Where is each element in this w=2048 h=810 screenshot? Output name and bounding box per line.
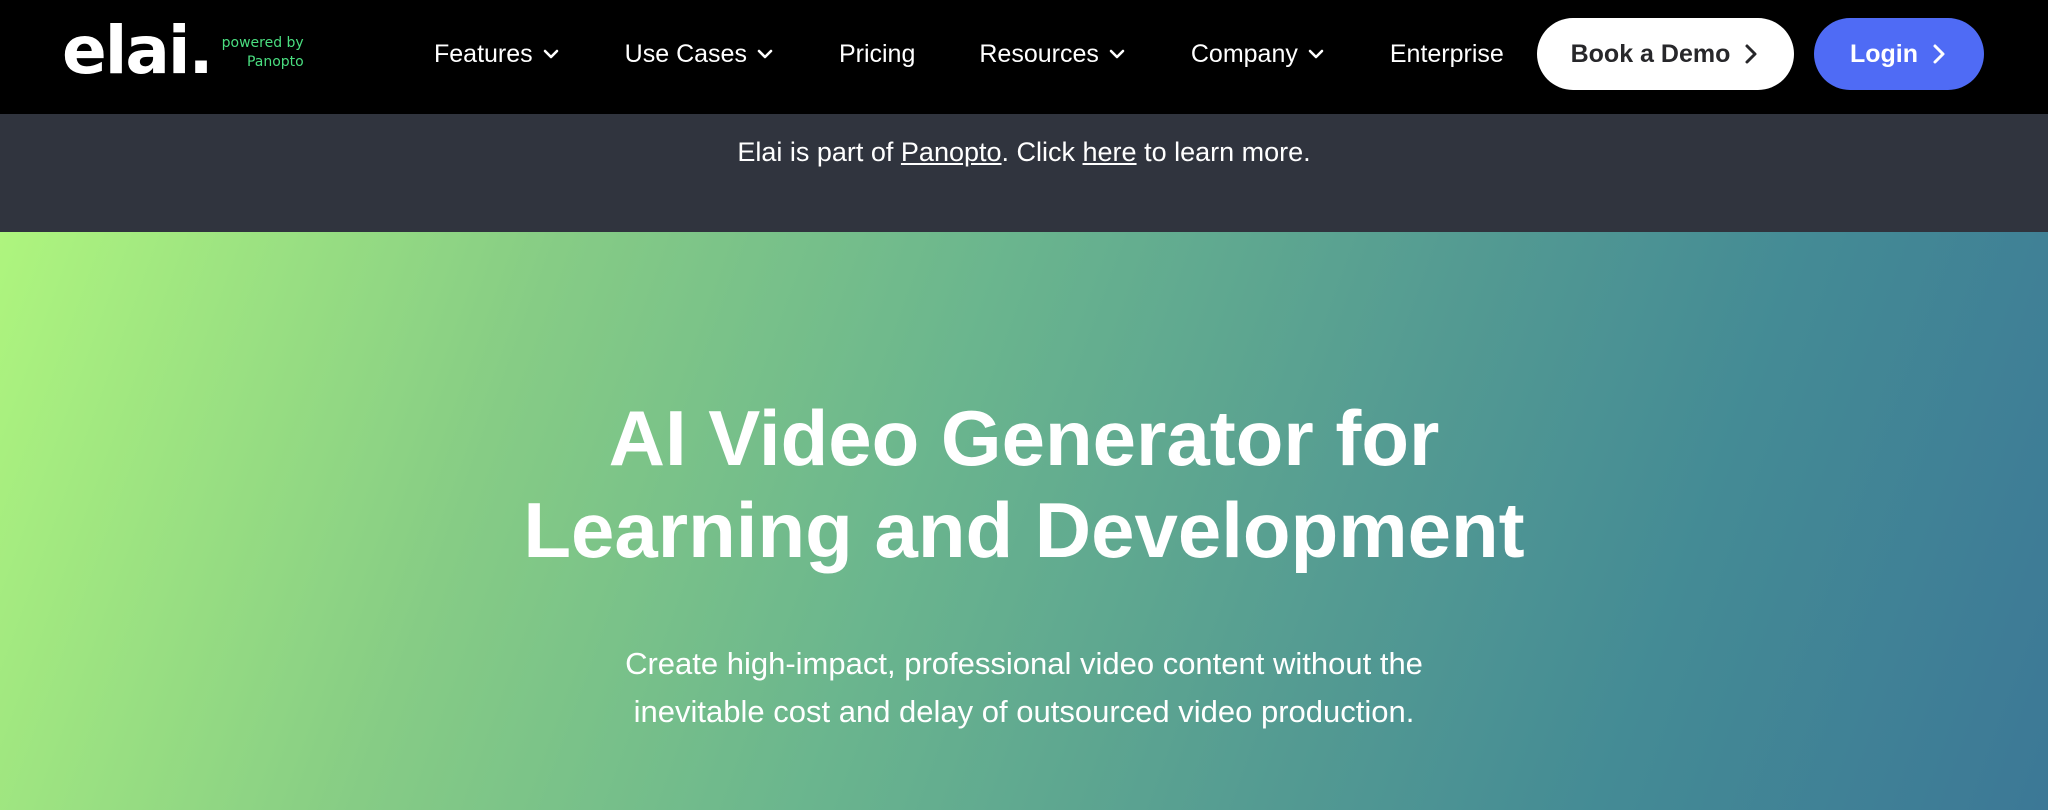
panopto-link[interactable]: Panopto	[901, 137, 1002, 167]
nav-item-resources[interactable]: Resources	[979, 40, 1127, 69]
hero-title: AI Video Generator for Learning and Deve…	[0, 392, 2048, 576]
nav-item-features[interactable]: Features	[434, 40, 561, 69]
hero-title-line-1: AI Video Generator for	[608, 394, 1440, 482]
nav-item-company[interactable]: Company	[1191, 40, 1326, 69]
announcement-text: Elai is part of Panopto. Click here to l…	[0, 132, 2048, 172]
login-button[interactable]: Login	[1814, 18, 1984, 90]
chevron-down-icon	[1306, 44, 1326, 64]
announcement-middle: . Click	[1001, 137, 1083, 167]
announcement-bar: Elai is part of Panopto. Click here to l…	[0, 114, 2048, 232]
hero-title-line-2: Learning and Development	[523, 486, 1525, 574]
book-demo-button[interactable]: Book a Demo	[1537, 18, 1794, 90]
announcement-prefix: Elai is part of	[737, 137, 901, 167]
powered-by-text: powered by	[221, 35, 304, 51]
chevron-down-icon	[541, 44, 561, 64]
chevron-down-icon	[1107, 44, 1127, 64]
chevron-right-icon	[1930, 42, 1948, 66]
nav-item-enterprise[interactable]: Enterprise	[1390, 40, 1504, 69]
login-label: Login	[1849, 39, 1919, 68]
nav-label: Resources	[979, 39, 1099, 68]
learn-more-link[interactable]: here	[1083, 137, 1137, 167]
elai-logo[interactable]: elai. powered by Panopto	[62, 16, 304, 86]
chevron-right-icon	[1742, 42, 1760, 66]
chevron-down-icon	[755, 44, 775, 64]
nav-label: Use Cases	[624, 39, 747, 68]
nav-label: Company	[1190, 39, 1298, 68]
book-demo-label: Book a Demo	[1570, 39, 1731, 68]
logo-tagline: powered by Panopto	[222, 34, 304, 72]
nav-label: Enterprise	[1389, 39, 1504, 68]
top-navbar: elai. powered by Panopto Features Use Ca…	[0, 0, 2048, 114]
nav-label: Features	[434, 39, 533, 68]
nav-item-use-cases[interactable]: Use Cases	[625, 40, 775, 69]
nav-label: Pricing	[838, 39, 916, 68]
hero-subtitle: Create high-impact, professional video c…	[625, 646, 1423, 729]
hero-section: AI Video Generator for Learning and Deve…	[0, 232, 2048, 810]
main-nav: Features Use Cases Pricing Resources Com…	[434, 36, 1504, 72]
panopto-text: Panopto	[246, 54, 304, 70]
logo-wordmark: elai.	[62, 12, 214, 89]
announcement-suffix: to learn more.	[1136, 137, 1311, 167]
nav-item-pricing[interactable]: Pricing	[839, 40, 915, 69]
